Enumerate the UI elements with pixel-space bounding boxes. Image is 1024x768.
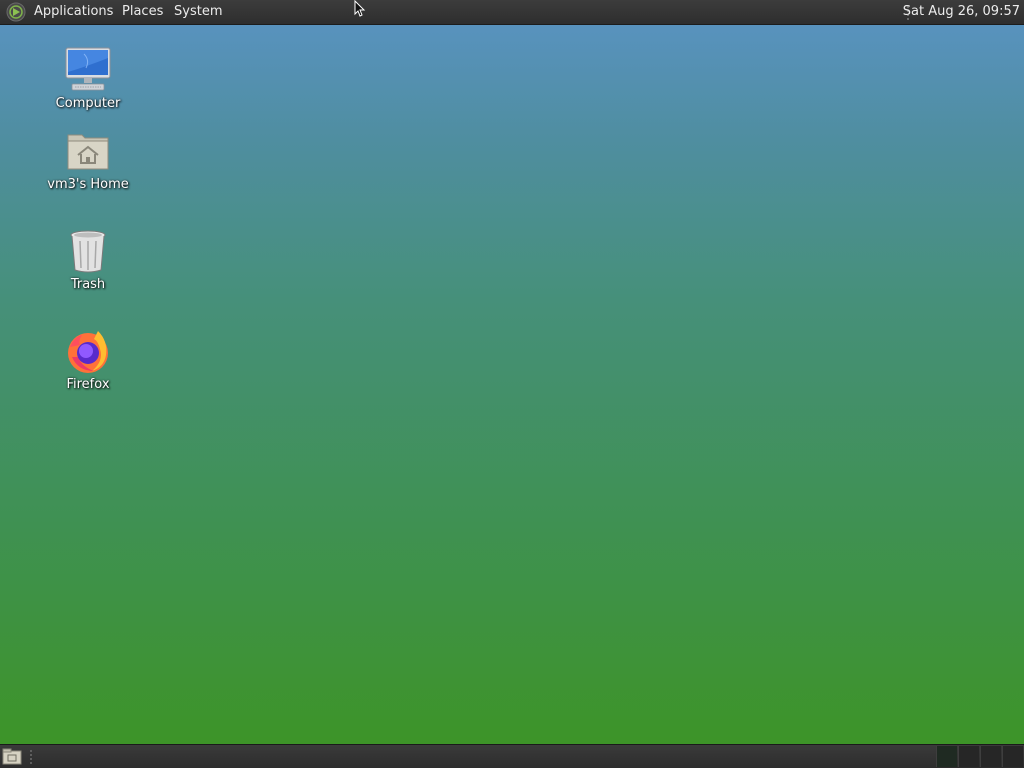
- firefox-icon: [68, 331, 108, 373]
- home-folder-icon: [67, 134, 109, 170]
- workspace-switcher-2[interactable]: [958, 746, 979, 767]
- places-menu[interactable]: Places: [122, 0, 163, 24]
- home-folder-label: vm3's Home: [47, 177, 129, 192]
- trash-icon: [70, 230, 106, 273]
- show-desktop-icon[interactable]: [2, 748, 22, 765]
- desktop-screen: Applications Places System Sat Aug 26, 0…: [0, 0, 1024, 768]
- desktop-icon-home[interactable]: vm3's Home: [38, 127, 138, 193]
- clock[interactable]: Sat Aug 26, 09:57: [903, 0, 1020, 24]
- firefox-label: Firefox: [66, 377, 110, 392]
- top-panel: Applications Places System Sat Aug 26, 0…: [0, 0, 1024, 25]
- mouse-pointer-icon: [354, 0, 366, 17]
- desktop-icon-firefox[interactable]: Firefox: [38, 327, 138, 393]
- desktop-icon-trash[interactable]: Trash: [38, 227, 138, 293]
- computer-icon: [65, 47, 111, 91]
- desktop-icon-computer[interactable]: Computer: [38, 46, 138, 112]
- workspace-switcher-1[interactable]: [936, 746, 957, 767]
- panel-drag-handle-icon[interactable]: [29, 749, 33, 764]
- applications-menu[interactable]: Applications: [34, 0, 113, 24]
- bottom-panel: [0, 744, 1024, 768]
- workspace-switcher-4[interactable]: [1002, 746, 1023, 767]
- system-menu[interactable]: System: [174, 0, 222, 24]
- computer-label: Computer: [55, 96, 121, 111]
- workspace-switcher-3[interactable]: [980, 746, 1001, 767]
- mate-logo-icon[interactable]: [5, 2, 27, 22]
- trash-label: Trash: [70, 277, 106, 292]
